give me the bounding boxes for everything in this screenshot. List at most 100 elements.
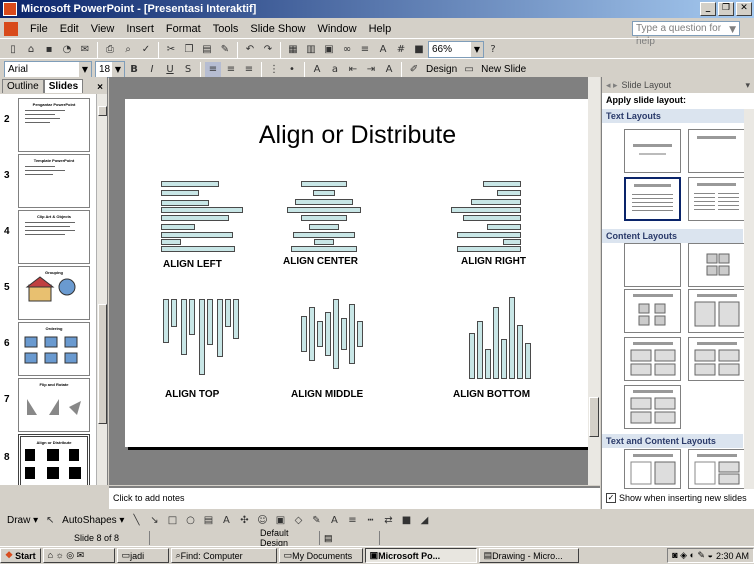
new-slide-icon[interactable]: ▭: [461, 62, 477, 78]
align-middle-bar[interactable]: [301, 316, 307, 352]
align-top-bar[interactable]: [163, 299, 169, 343]
align-middle-bar[interactable]: [325, 312, 331, 356]
minimize-button[interactable]: _: [700, 2, 716, 16]
align-center-bar[interactable]: [301, 181, 347, 187]
zoom-select[interactable]: 66% ▼: [428, 41, 484, 58]
align-left-bar[interactable]: [161, 181, 219, 187]
chevron-down-icon[interactable]: ▼: [729, 24, 736, 37]
scroll-thumb[interactable]: [98, 304, 107, 424]
taskbar-item-find[interactable]: ⌕ Find: Computer: [170, 548, 277, 563]
email-icon[interactable]: ✉: [77, 42, 93, 58]
align-center-bar[interactable]: [313, 190, 335, 196]
italic-icon[interactable]: I: [144, 62, 160, 78]
align-middle-bar[interactable]: [333, 299, 339, 369]
align-left-bar[interactable]: [161, 239, 181, 245]
decrease-font-icon[interactable]: a: [327, 62, 343, 78]
picture-icon[interactable]: ▣: [272, 512, 288, 528]
slide-thumb-7[interactable]: Flip and Rotate: [18, 378, 90, 432]
expand-all-icon[interactable]: ≡: [357, 42, 373, 58]
show-layout-checkbox-row[interactable]: ✓ Show when inserting new slides: [606, 493, 747, 503]
align-right-bar[interactable]: [457, 246, 521, 252]
menu-slide-show[interactable]: Slide Show: [244, 23, 311, 35]
3d-style-icon[interactable]: ◢: [416, 512, 432, 528]
autoshapes-menu-button[interactable]: AutoShapes ▾: [59, 515, 127, 526]
insert-hyperlink-icon[interactable]: ∞: [339, 42, 355, 58]
slide-thumb-2[interactable]: Pengantar PowerPoint: [18, 98, 90, 152]
color-grayscale-icon[interactable]: ■: [411, 42, 427, 58]
align-center-bar[interactable]: [301, 215, 347, 221]
align-left-bar[interactable]: [161, 207, 243, 213]
diagram-icon[interactable]: ✣: [236, 512, 252, 528]
align-bottom-bar[interactable]: [501, 339, 507, 379]
design-icon[interactable]: ✐: [406, 62, 422, 78]
align-top-bar[interactable]: [199, 299, 205, 375]
show-grid-icon[interactable]: #: [393, 42, 409, 58]
open-icon[interactable]: ⌂: [23, 42, 39, 58]
help-search-input[interactable]: Type a question for help ▼: [632, 21, 740, 47]
align-center-bar[interactable]: [295, 199, 353, 205]
align-right-bar[interactable]: [483, 181, 521, 187]
align-bottom-bar[interactable]: [525, 343, 531, 379]
restore-button[interactable]: ❐: [718, 2, 734, 16]
close-icon[interactable]: ×: [97, 82, 103, 93]
align-center-bar[interactable]: [314, 239, 334, 245]
paste-icon[interactable]: ▤: [199, 42, 215, 58]
align-top-bar[interactable]: [181, 299, 187, 355]
align-top-bar[interactable]: [217, 299, 223, 357]
font-color-icon[interactable]: A: [381, 62, 397, 78]
line-color-icon[interactable]: ✎: [308, 512, 324, 528]
underline-icon[interactable]: U: [162, 62, 178, 78]
align-left-icon[interactable]: ≡: [205, 61, 221, 78]
align-center-bar[interactable]: [293, 232, 355, 238]
wordart-icon[interactable]: A: [218, 512, 234, 528]
align-bottom-bar[interactable]: [493, 307, 499, 379]
tab-outline[interactable]: Outline: [2, 79, 44, 93]
oval-icon[interactable]: ○: [182, 512, 198, 528]
insert-chart-icon[interactable]: ▦: [285, 42, 301, 58]
menu-help[interactable]: Help: [363, 23, 398, 35]
undo-icon[interactable]: ↶: [242, 42, 258, 58]
layout-two-column-text[interactable]: [688, 177, 745, 221]
layout-title-content[interactable]: [624, 289, 681, 333]
bullets-icon[interactable]: •: [284, 62, 300, 78]
start-button[interactable]: ❖ Start: [0, 548, 41, 563]
align-top-bar[interactable]: [207, 299, 213, 345]
close-button[interactable]: ✕: [736, 2, 752, 16]
align-middle-bar[interactable]: [317, 321, 323, 347]
tables-borders-icon[interactable]: ▣: [321, 42, 337, 58]
clipart-icon[interactable]: ☺: [254, 512, 270, 528]
arrow-style-icon[interactable]: ⇄: [380, 512, 396, 528]
align-left-bar[interactable]: [161, 215, 229, 221]
align-right-bar[interactable]: [497, 190, 521, 196]
spelling-icon[interactable]: ✓: [138, 42, 154, 58]
menu-file[interactable]: File: [24, 23, 54, 35]
slide-thumb-5[interactable]: Grouping: [18, 266, 90, 320]
align-top-bar[interactable]: [233, 299, 239, 339]
taskbar-item-my-documents[interactable]: ▭ My Documents: [278, 548, 363, 563]
redo-icon[interactable]: ↷: [260, 42, 276, 58]
align-bottom-bar[interactable]: [509, 297, 515, 379]
layout-title-slide[interactable]: [624, 129, 681, 173]
align-middle-bar[interactable]: [309, 307, 315, 361]
slide-thumb-3[interactable]: Template PowerPoint: [18, 154, 90, 208]
align-right-icon[interactable]: ≡: [241, 62, 257, 78]
help-icon[interactable]: ?: [485, 42, 501, 58]
arrow-icon[interactable]: ↘: [146, 512, 162, 528]
new-slide-button[interactable]: New Slide: [478, 64, 529, 75]
align-center-bar[interactable]: [309, 224, 339, 230]
layout-blank[interactable]: [624, 243, 681, 287]
menu-view[interactable]: View: [85, 23, 121, 35]
line-style-icon[interactable]: ≡: [344, 512, 360, 528]
draw-menu-button[interactable]: Draw ▾: [4, 515, 41, 526]
align-right-bar[interactable]: [451, 207, 521, 213]
align-middle-bar[interactable]: [341, 318, 347, 350]
chevron-down-icon[interactable]: ▼: [79, 62, 91, 77]
print-preview-icon[interactable]: ⌕: [120, 42, 136, 58]
layout-four-content-b[interactable]: [688, 337, 745, 381]
align-left-bar[interactable]: [161, 224, 195, 230]
chevron-down-icon[interactable]: ▾: [745, 80, 750, 91]
design-button[interactable]: Design: [423, 64, 460, 75]
align-left-bar[interactable]: [161, 246, 235, 252]
align-center-bar[interactable]: [287, 207, 361, 213]
editor-scrollbar[interactable]: [588, 77, 600, 485]
